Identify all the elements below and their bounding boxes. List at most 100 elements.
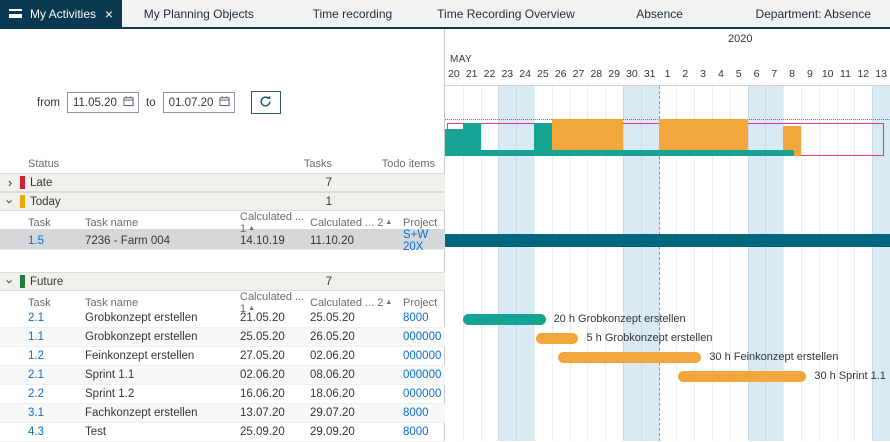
group-row-future[interactable]: › Future7 [0, 272, 445, 291]
calendar-icon[interactable] [123, 95, 134, 110]
group-name: Late [30, 177, 250, 189]
task-row[interactable]: 4.3Test25.09.2029.09.208000 [0, 423, 445, 442]
task-row[interactable]: 1.57236 - Farm 00414.10.1911.10.20S+W 20… [0, 229, 445, 250]
task-id-link[interactable]: 2.2 [0, 388, 85, 400]
sort-ascending-icon: ▲ [385, 219, 392, 226]
utilization-baseline-strip [445, 150, 794, 156]
task-id-link[interactable]: 3.1 [0, 407, 85, 419]
gantt-day-label: 9 [801, 68, 819, 80]
project-link[interactable]: S+W 20X [403, 229, 445, 253]
todo-items-column-header: Todo items [332, 158, 435, 170]
task-id-link[interactable]: 1.2 [0, 350, 85, 362]
task-id-link[interactable]: 1.1 [0, 331, 85, 343]
calculated-2-cell: 29.09.20 [310, 426, 403, 438]
project-link[interactable]: 8000 [403, 426, 445, 438]
sort-ascending-icon: ▲ [248, 225, 255, 232]
project-link[interactable]: 000000 [403, 350, 445, 362]
tab-my-planning-objects[interactable]: My Planning Objects [122, 0, 276, 27]
task-id-link[interactable]: 2.1 [0, 369, 85, 381]
tab-absence[interactable]: Absence [583, 0, 737, 27]
task-column-header-row: TaskTask nameCalculated ... 1▲Calculated… [0, 211, 445, 229]
gantt-days-row: 2021222324252627282930311234567891011121… [445, 68, 890, 84]
gantt-day-label: 10 [819, 68, 837, 80]
group-tasks-count: 7 [250, 177, 332, 189]
task-row[interactable]: 2.1Sprint 1.102.06.2008.06.20000000 [0, 366, 445, 385]
close-icon[interactable]: × [105, 7, 113, 21]
gantt-day-label: 29 [605, 68, 623, 80]
gantt-chart-body: 20 h Grobkonzept erstellen5 h Grobkonzep… [445, 85, 890, 441]
task-name-cell: Sprint 1.2 [85, 388, 240, 400]
gantt-day-label: 4 [712, 68, 730, 80]
group-row-late[interactable]: › Late7 [0, 173, 445, 192]
to-date-input[interactable]: 01.07.20 [163, 92, 235, 113]
project-link[interactable]: 8000 [403, 407, 445, 419]
sort-ascending-icon: ▲ [248, 305, 255, 312]
tab-department-absence[interactable]: Department: Absence [736, 0, 890, 27]
task-column-header: Task [0, 297, 85, 309]
gantt-day-label: 24 [516, 68, 534, 80]
group-name: Today [30, 196, 250, 208]
task-list-panel: from 11.05.20 to 01.07.20 StatusTasksTod… [0, 29, 445, 441]
task-name-cell: Sprint 1.1 [85, 369, 240, 381]
tab-time-recording[interactable]: Time recording [276, 0, 430, 27]
group-tasks-count: 7 [250, 276, 332, 288]
gantt-task-bar[interactable] [463, 314, 546, 325]
project-link[interactable]: 000000 [403, 388, 445, 400]
gantt-task-bar[interactable] [536, 333, 579, 344]
expand-chevron-icon[interactable]: › [4, 199, 17, 203]
task-column-header-row: TaskTask nameCalculated ... 1▲Calculated… [0, 291, 445, 309]
calculated-2-cell: 29.07.20 [310, 407, 403, 419]
gantt-day-label: 31 [641, 68, 659, 80]
project-link[interactable]: 000000 [403, 331, 445, 343]
task-row[interactable]: 1.1Grobkonzept erstellen25.05.2026.05.20… [0, 328, 445, 347]
tasks-column-header: Tasks [250, 158, 332, 170]
menu-icon[interactable] [9, 9, 22, 18]
project-link[interactable]: 8000 [403, 312, 445, 324]
task-name-cell: Fachkonzept erstellen [85, 407, 240, 419]
group-name: Future [30, 276, 250, 288]
gantt-day-label: 26 [552, 68, 570, 80]
gantt-task-bar[interactable] [558, 352, 701, 363]
gantt-year-label: 2020 [728, 33, 752, 45]
project-summary-bar[interactable] [445, 234, 890, 247]
calculated-1-cell: 13.07.20 [240, 407, 310, 419]
expand-chevron-icon[interactable]: › [8, 176, 12, 189]
gantt-month-label: MAY [450, 54, 472, 65]
tab-list: My Planning Objects Time recording Time … [122, 0, 890, 27]
expand-chevron-icon[interactable]: › [4, 279, 17, 283]
task-row[interactable]: 3.1Fachkonzept erstellen13.07.2029.07.20… [0, 404, 445, 423]
task-row[interactable]: 1.2Feinkonzept erstellen27.05.2002.06.20… [0, 347, 445, 366]
group-row-today[interactable]: ›Today1 [0, 192, 445, 211]
gantt-day-label: 25 [534, 68, 552, 80]
calculated-1-cell: 14.10.19 [240, 235, 310, 247]
task-id-link[interactable]: 4.3 [0, 426, 85, 438]
refresh-icon [258, 94, 273, 112]
group-gap [0, 250, 445, 272]
status-color-bar [20, 275, 25, 288]
gantt-day-label: 30 [623, 68, 641, 80]
gantt-day-label: 1 [659, 68, 677, 80]
gantt-task-bar[interactable] [678, 371, 806, 382]
task-id-link[interactable]: 1.5 [0, 235, 85, 247]
task-name-cell: 7236 - Farm 004 [85, 235, 240, 247]
task-name-cell: Feinkonzept erstellen [85, 350, 240, 362]
calendar-icon[interactable] [219, 95, 230, 110]
task-row[interactable]: 2.1Grobkonzept erstellen21.05.2025.05.20… [0, 309, 445, 328]
from-date-value: 11.05.20 [73, 97, 120, 109]
task-column-header: Project [403, 297, 445, 309]
from-label: from [37, 97, 60, 109]
task-row[interactable]: 2.2Sprint 1.216.06.2018.06.20000000 [0, 385, 445, 404]
tab-time-recording-overview[interactable]: Time Recording Overview [429, 0, 583, 27]
gantt-day-label: 21 [463, 68, 481, 80]
task-id-link[interactable]: 2.1 [0, 312, 85, 324]
calculated-2-cell: 25.05.20 [310, 312, 403, 324]
tab-my-activities[interactable]: My Activities × [0, 0, 122, 27]
to-label: to [146, 97, 156, 109]
from-date-input[interactable]: 11.05.20 [67, 92, 139, 113]
calculated-2-cell: 26.05.20 [310, 331, 403, 343]
project-link[interactable]: 000000 [403, 369, 445, 381]
task-column-header: Task name [85, 297, 240, 309]
gantt-day-label: 28 [587, 68, 605, 80]
refresh-button[interactable] [251, 91, 281, 114]
calculated-2-cell: 08.06.20 [310, 369, 403, 381]
